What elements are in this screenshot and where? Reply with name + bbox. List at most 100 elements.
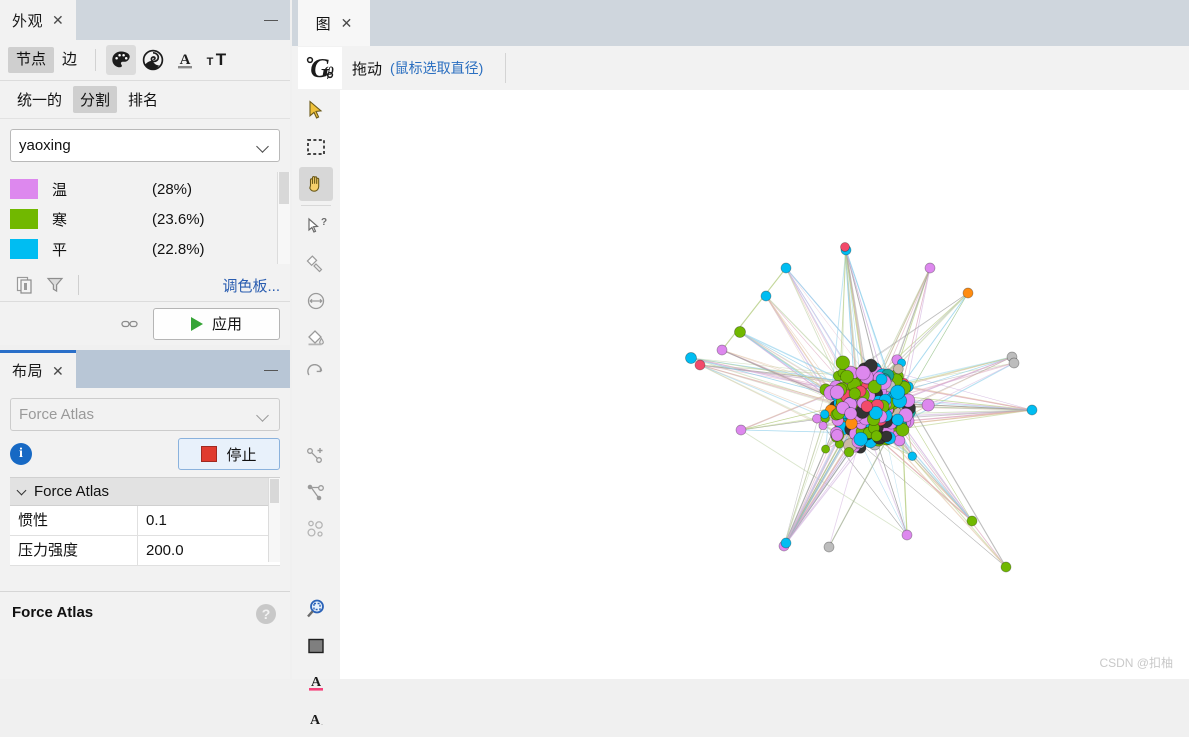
tools-divider <box>78 275 79 295</box>
table-row[interactable]: 压力强度 200.0 <box>10 536 280 566</box>
apply-button-label: 应用 <box>212 313 242 334</box>
properties-scrollbar[interactable] <box>268 478 280 562</box>
svg-text:?: ? <box>321 217 327 228</box>
toolbar-divider <box>95 49 96 71</box>
layout-description: Force Atlas ? <box>0 591 290 679</box>
apply-button[interactable]: 应用 <box>153 308 280 340</box>
graph-vertical-toolbar: ? <box>292 90 340 679</box>
label-color-icon[interactable]: A <box>299 666 333 700</box>
svg-text:A: A <box>310 713 321 728</box>
help-icon[interactable]: ? <box>256 604 276 624</box>
layout-properties-table: Force Atlas 惯性 0.1 压力强度 200.0 <box>10 477 280 566</box>
properties-group-header[interactable]: Force Atlas <box>10 478 280 506</box>
partition-tools-row: 调色板... <box>10 268 280 302</box>
stop-square-icon <box>201 446 217 462</box>
copy-icon[interactable] <box>10 271 40 299</box>
partition-color-swatch[interactable] <box>10 239 38 259</box>
close-icon[interactable]: ✕ <box>341 16 353 30</box>
text-color-icon[interactable]: A <box>170 45 200 75</box>
layout-body: Force Atlas i 停止 Force Atlas <box>0 388 290 566</box>
property-key: 压力强度 <box>10 536 138 565</box>
property-value[interactable]: 0.1 <box>138 512 167 529</box>
size-icon[interactable] <box>138 45 168 75</box>
property-key: 惯性 <box>10 506 138 535</box>
filter-funnel-icon[interactable] <box>40 271 70 299</box>
layout-run-row: i 停止 <box>10 431 280 477</box>
toolbar-spacer <box>292 395 340 435</box>
node-inspect-icon[interactable]: ? <box>299 210 333 244</box>
node-size-icon[interactable] <box>299 284 333 318</box>
appearance-subtabs: 统一的 分割 排名 <box>0 81 290 119</box>
graph-toolbar-divider <box>505 53 506 83</box>
partition-label: 温 <box>52 179 152 200</box>
watermark: CSDN @扣柚 <box>1099 654 1173 671</box>
link-icon[interactable] <box>121 318 139 330</box>
chevron-down-icon <box>257 408 271 422</box>
tab-graph-label: 图 <box>316 13 331 34</box>
graph-mode-label: 拖动 <box>352 58 382 79</box>
rectangle-select-icon[interactable] <box>299 130 333 164</box>
table-row[interactable]: 惯性 0.1 <box>10 506 280 536</box>
close-icon[interactable]: ✕ <box>52 13 64 27</box>
segment-nodes[interactable]: 节点 <box>8 47 54 73</box>
brush-paint-icon[interactable] <box>299 247 333 281</box>
toolbar-spacer <box>292 549 340 589</box>
palette-link[interactable]: 调色板... <box>222 275 280 296</box>
toolbar-divider <box>301 205 331 206</box>
heatmap-icon[interactable] <box>299 512 333 546</box>
properties-group-label: Force Atlas <box>34 483 109 500</box>
drag-hand-icon[interactable] <box>299 167 333 201</box>
palette-icon[interactable] <box>106 45 136 75</box>
tab-layout[interactable]: 布局 ✕ <box>0 350 76 388</box>
close-icon[interactable]: ✕ <box>52 364 64 378</box>
minimize-icon[interactable] <box>264 350 278 390</box>
gephi-logo-icon: G φ <box>298 47 342 89</box>
tab-graph[interactable]: 图 ✕ <box>298 0 370 46</box>
target-segment-group: 节点 边 <box>8 47 85 73</box>
graph-tabstrip: 图 ✕ <box>292 0 1189 46</box>
appearance-tabstrip: 外观 ✕ <box>0 0 290 40</box>
property-value[interactable]: 200.0 <box>138 542 184 559</box>
appearance-window: 外观 ✕ 节点 边 <box>0 0 290 345</box>
layout-select[interactable]: Force Atlas <box>10 398 280 431</box>
play-icon <box>191 317 203 331</box>
stop-button-label: 停止 <box>226 444 256 465</box>
svg-text:φ: φ <box>324 59 334 79</box>
graph-window: 图 ✕ G φ 拖动 (鼠标选取直径) <box>292 0 1189 679</box>
text-size-icon[interactable]: T T <box>202 45 232 75</box>
info-icon[interactable]: i <box>10 443 32 465</box>
zoom-center-icon[interactable] <box>299 592 333 626</box>
background-color-icon[interactable] <box>299 629 333 663</box>
rotate-icon[interactable] <box>299 358 333 392</box>
graph-toolbar: G φ 拖动 (鼠标选取直径) <box>292 46 1189 90</box>
graph-canvas[interactable]: CSDN @扣柚 <box>340 90 1189 679</box>
add-edge-icon[interactable] <box>299 438 333 472</box>
apply-bar: 应用 <box>0 301 290 345</box>
shortest-path-icon[interactable] <box>299 475 333 509</box>
list-item[interactable]: 寒 (23.6%) <box>10 204 280 234</box>
svg-text:.: . <box>321 718 323 727</box>
layout-description-title: Force Atlas <box>12 604 93 621</box>
paint-bucket-icon[interactable] <box>299 321 333 355</box>
tab-layout-label: 布局 <box>12 360 43 381</box>
pointer-select-icon[interactable] <box>299 93 333 127</box>
partition-legend-list: 温 (28%) 寒 (23.6%) 平 (22.8%) <box>10 174 280 264</box>
segment-edges[interactable]: 边 <box>54 47 85 73</box>
partition-label: 平 <box>52 239 152 260</box>
subtab-ranking[interactable]: 排名 <box>121 86 165 113</box>
list-item[interactable]: 温 (28%) <box>10 174 280 204</box>
partition-color-swatch[interactable] <box>10 179 38 199</box>
subtab-unique[interactable]: 统一的 <box>10 86 69 113</box>
attribute-select[interactable]: yaoxing <box>10 129 280 162</box>
list-item[interactable]: 平 (22.8%) <box>10 234 280 264</box>
partition-percent: (22.8%) <box>152 241 205 258</box>
stop-button[interactable]: 停止 <box>178 438 280 470</box>
tab-appearance[interactable]: 外观 ✕ <box>0 0 76 40</box>
partition-color-swatch[interactable] <box>10 209 38 229</box>
label-font-icon[interactable]: A . <box>299 703 333 737</box>
chevron-down-icon <box>257 139 271 153</box>
minimize-icon[interactable] <box>264 0 278 40</box>
partition-list-scrollbar[interactable] <box>277 172 290 264</box>
left-panel-column: 外观 ✕ 节点 边 <box>0 0 292 679</box>
subtab-partition[interactable]: 分割 <box>73 86 117 113</box>
